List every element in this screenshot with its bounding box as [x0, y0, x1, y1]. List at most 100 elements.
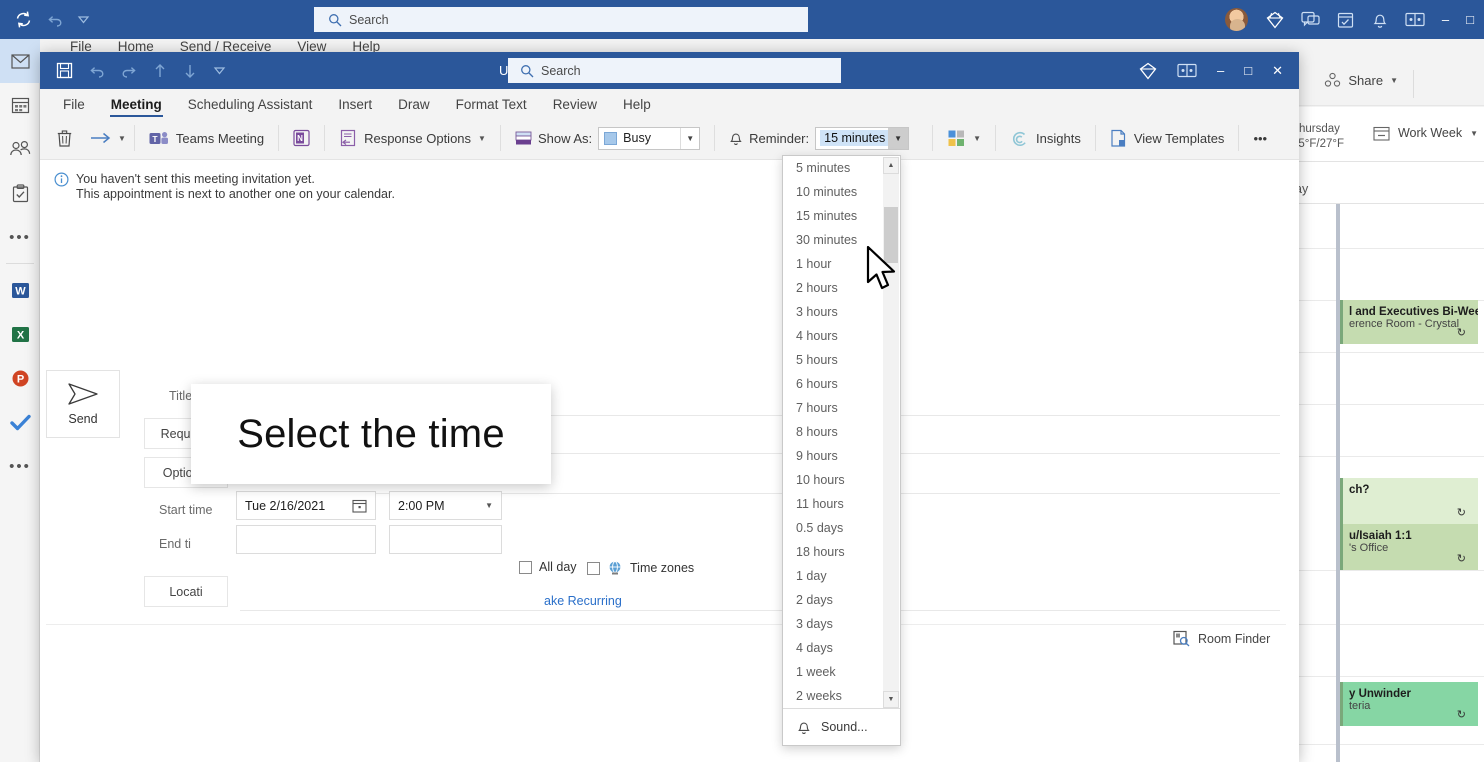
reminder-option[interactable]: 18 hours: [783, 540, 884, 564]
reminder-option[interactable]: 0.5 days: [783, 516, 884, 540]
view-templates-button[interactable]: View Templates: [1101, 123, 1234, 153]
reminder-option[interactable]: 3 days: [783, 612, 884, 636]
response-options-button[interactable]: Response Options ▼: [330, 123, 495, 153]
meeting-tab-scheduling-assistant[interactable]: Scheduling Assistant: [175, 95, 326, 117]
start-time-input[interactable]: 2:00 PM ▼: [389, 491, 502, 520]
calendar-event[interactable]: y Unwinderteria↻: [1340, 682, 1478, 726]
reminder-option[interactable]: 11 hours: [783, 492, 884, 516]
send-button[interactable]: Send: [46, 370, 120, 438]
calendar-event[interactable]: u/Isaiah 1:1's Office↻: [1340, 524, 1478, 570]
insights-button[interactable]: Insights: [1001, 123, 1090, 153]
start-date-input[interactable]: Tue 2/16/2021: [236, 491, 376, 520]
calendar-picker-icon[interactable]: [352, 498, 367, 513]
sidebar-item-mail[interactable]: [0, 39, 40, 83]
reminder-option[interactable]: 5 hours: [783, 348, 884, 372]
end-time-input[interactable]: [389, 525, 502, 554]
sidebar-item-people[interactable]: [0, 127, 40, 171]
all-day-checkbox-row[interactable]: All day: [519, 560, 577, 574]
share-button[interactable]: Share ▼: [1324, 72, 1398, 89]
chevron-up-icon[interactable]: ▲: [883, 157, 899, 174]
chevron-down-icon[interactable]: ▼: [888, 128, 908, 149]
show-as-dropdown[interactable]: Busy ▼: [598, 127, 700, 150]
sidebar-item-word[interactable]: W: [0, 268, 40, 312]
diamond-icon[interactable]: [1139, 62, 1157, 80]
meeting-tab-help[interactable]: Help: [610, 95, 664, 117]
sidebar-item-todo[interactable]: [0, 400, 40, 444]
meeting-tab-meeting[interactable]: Meeting: [98, 95, 175, 117]
view-switcher[interactable]: Work Week ▼: [1373, 125, 1478, 141]
reminder-option[interactable]: 9 hours: [783, 444, 884, 468]
previous-icon[interactable]: [153, 63, 167, 79]
calendar-event[interactable]: ch?↻: [1340, 478, 1478, 524]
sidebar-item-more-apps[interactable]: •••: [0, 444, 40, 488]
reminder-sound-button[interactable]: Sound...: [783, 708, 900, 745]
maximize-icon[interactable]: □: [1466, 12, 1474, 27]
more-commands-button[interactable]: •••: [1244, 123, 1276, 153]
reminder-option[interactable]: 6 hours: [783, 372, 884, 396]
meeting-tab-file[interactable]: File: [50, 95, 98, 117]
calendar-event[interactable]: l and Executives Bi-Weeklyerence Room - …: [1340, 300, 1478, 344]
reminder-option[interactable]: 3 hours: [783, 300, 884, 324]
meeting-search-box[interactable]: Search: [508, 58, 841, 83]
customize-qat-icon[interactable]: [77, 13, 90, 26]
reminder-option[interactable]: 1 day: [783, 564, 884, 588]
outlook-search-box[interactable]: Search: [314, 7, 808, 32]
undo-icon[interactable]: [89, 63, 105, 79]
chat-icon[interactable]: [1301, 11, 1320, 28]
meeting-tab-review[interactable]: Review: [540, 95, 610, 117]
sidebar-item-excel[interactable]: X: [0, 312, 40, 356]
chevron-down-icon[interactable]: ▼: [680, 128, 699, 149]
reminder-option[interactable]: 10 minutes: [783, 180, 884, 204]
reminder-option[interactable]: 5 minutes: [783, 156, 884, 180]
teams-meeting-button[interactable]: T Teams Meeting: [140, 123, 273, 153]
reminder-options-list[interactable]: 5 minutes10 minutes15 minutes30 minutes1…: [783, 156, 884, 709]
undo-icon[interactable]: [47, 12, 63, 28]
reminder-dropdown[interactable]: 15 minutes ▼: [815, 127, 909, 150]
reminder-option[interactable]: 4 hours: [783, 324, 884, 348]
room-finder-button[interactable]: Room Finder: [1173, 630, 1270, 647]
time-zones-checkbox[interactable]: [587, 562, 600, 575]
sidebar-item-calendar[interactable]: [0, 83, 40, 127]
minimize-icon[interactable]: –: [1442, 12, 1449, 27]
diamond-icon[interactable]: [1266, 11, 1284, 29]
next-icon[interactable]: [183, 63, 197, 79]
chevron-down-icon[interactable]: ▼: [485, 501, 493, 510]
meeting-tab-format-text[interactable]: Format Text: [443, 95, 540, 117]
reminder-option[interactable]: 4 days: [783, 636, 884, 660]
minimize-button[interactable]: –: [1217, 63, 1224, 78]
reminder-option[interactable]: 15 minutes: [783, 204, 884, 228]
chevron-down-icon[interactable]: ▼: [883, 691, 899, 708]
time-zones-checkbox-row[interactable]: Time zones: [587, 560, 694, 576]
chevron-down-icon[interactable]: ▼: [973, 134, 981, 143]
maximize-button[interactable]: □: [1244, 63, 1252, 78]
sidebar-item-powerpoint[interactable]: P: [0, 356, 40, 400]
location-button[interactable]: Locati: [144, 576, 228, 607]
close-button[interactable]: ✕: [1272, 63, 1283, 79]
book-icon[interactable]: [1405, 12, 1425, 27]
categorize-button[interactable]: ▼: [938, 123, 990, 153]
reminder-option[interactable]: 7 hours: [783, 396, 884, 420]
chevron-down-icon[interactable]: ▼: [478, 134, 486, 143]
forward-button[interactable]: ▼: [81, 123, 129, 153]
sync-icon[interactable]: [14, 10, 33, 29]
tasks-icon[interactable]: [1337, 11, 1355, 29]
save-icon[interactable]: [56, 62, 73, 79]
book-icon[interactable]: [1177, 63, 1197, 78]
onenote-button[interactable]: N: [284, 123, 319, 153]
avatar[interactable]: [1224, 7, 1249, 32]
reminder-option[interactable]: 2 days: [783, 588, 884, 612]
meeting-tab-draw[interactable]: Draw: [385, 95, 443, 117]
dropdown-scrollbar[interactable]: ▲ ▼: [883, 157, 899, 708]
sidebar-item-tasks[interactable]: [0, 171, 40, 215]
redo-icon[interactable]: [121, 63, 137, 79]
reminder-option[interactable]: 2 weeks: [783, 684, 884, 708]
customize-qat-icon[interactable]: [213, 64, 226, 77]
delete-button[interactable]: [48, 123, 81, 153]
chevron-down-icon[interactable]: ▼: [118, 134, 126, 143]
sidebar-item-more[interactable]: •••: [0, 215, 40, 259]
reminder-option[interactable]: 10 hours: [783, 468, 884, 492]
meeting-tab-insert[interactable]: Insert: [325, 95, 385, 117]
reminder-option[interactable]: 1 week: [783, 660, 884, 684]
make-recurring-link[interactable]: ake Recurring: [544, 594, 622, 608]
bell-icon[interactable]: [1372, 11, 1388, 29]
